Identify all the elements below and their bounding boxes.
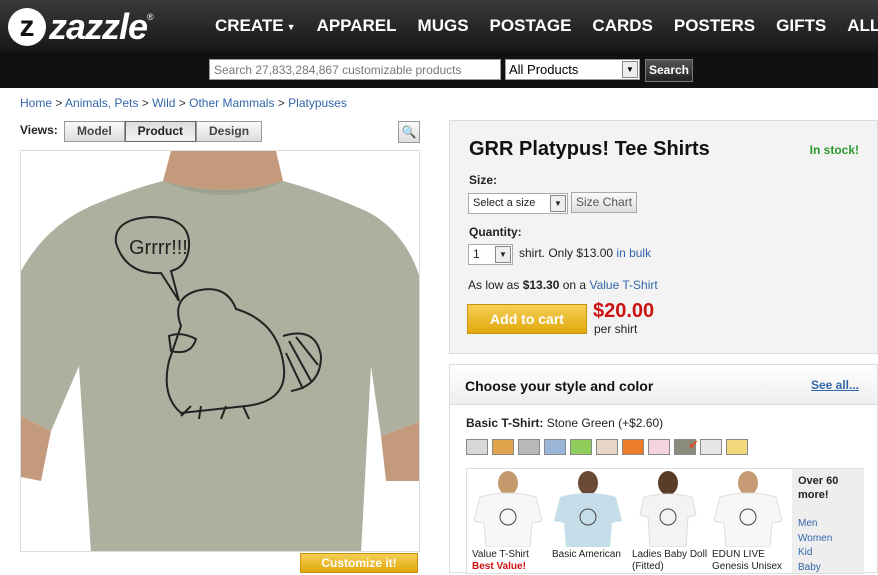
bulk-link[interactable]: in bulk [616, 246, 651, 260]
chevron-down-icon: ▼ [495, 246, 511, 263]
nav-gifts[interactable]: GIFTS [776, 16, 826, 36]
tab-model[interactable]: Model [64, 121, 125, 142]
nav-apparel[interactable]: APPAREL [317, 16, 397, 36]
magnifier-icon: 🔍 [402, 125, 417, 139]
style-panel: Choose your style and color See all... B… [449, 364, 878, 573]
nav-postage[interactable]: POSTAGE [490, 16, 572, 36]
style-header: Choose your style and color See all... [450, 365, 877, 405]
search-bar: Search 27,833,284,867 customizable produ… [0, 52, 878, 88]
color-swatch[interactable] [492, 439, 514, 455]
chevron-down-icon: ▼ [622, 61, 638, 78]
add-to-cart-button[interactable]: Add to cart [467, 304, 587, 334]
views-label: Views: [20, 123, 58, 137]
color-swatch[interactable] [596, 439, 618, 455]
main-nav: CREATE▼ APPAREL MUGS POSTAGE CARDS POSTE… [215, 0, 878, 52]
speech-bubble-text: Grrrr!!! [129, 237, 188, 259]
nav-all[interactable]: ALL [847, 16, 878, 36]
logo-mark: z [8, 8, 46, 46]
per-shirt-label: per shirt [594, 322, 637, 336]
style-title: Choose your style and color [465, 378, 653, 394]
size-label: Size: [469, 173, 497, 187]
size-chart-button[interactable]: Size Chart [571, 192, 637, 213]
value-tshirt-link[interactable]: Value T-Shirt [589, 278, 657, 292]
link-kid[interactable]: Kid [798, 546, 832, 561]
color-name: Stone Green [547, 416, 615, 430]
as-low-as-text: As low as $13.30 on a Value T-Shirt [468, 278, 658, 292]
color-swatches [466, 439, 748, 455]
best-value-badge: Best Value! [472, 561, 526, 572]
stock-status: In stock! [810, 143, 859, 157]
size-value: Select a size [473, 197, 535, 209]
breadcrumb: Home > Animals, Pets > Wild > Other Mamm… [20, 96, 347, 110]
chevron-down-icon: ▼ [287, 22, 296, 32]
nav-cards[interactable]: CARDS [592, 16, 652, 36]
color-swatch[interactable] [518, 439, 540, 455]
color-swatch[interactable] [570, 439, 592, 455]
color-swatch[interactable] [544, 439, 566, 455]
basic-american-image [550, 471, 626, 547]
quantity-select[interactable]: 1 ▼ [468, 244, 513, 265]
quantity-label: Quantity: [469, 225, 522, 239]
search-input[interactable]: Search 27,833,284,867 customizable produ… [209, 59, 501, 80]
selected-style-line: Basic T-Shirt: Stone Green (+$2.60) [466, 416, 663, 430]
breadcrumb-wild[interactable]: Wild [152, 96, 175, 110]
thumb-ladies-baby-doll[interactable]: Ladies Baby Doll (Fitted) [630, 471, 708, 575]
breadcrumb-animals-pets[interactable]: Animals, Pets [65, 96, 138, 110]
top-navigation-bar: z zazzle ® CREATE▼ APPAREL MUGS POSTAGE … [0, 0, 878, 52]
color-swatch[interactable] [648, 439, 670, 455]
thumb-basic-american[interactable]: Basic American [550, 471, 628, 575]
nav-create[interactable]: CREATE▼ [215, 16, 296, 36]
breadcrumb-other-mammals[interactable]: Other Mammals [189, 96, 274, 110]
buy-panel: GRR Platypus! Tee Shirts In stock! Size:… [449, 120, 878, 354]
tab-product[interactable]: Product [125, 121, 196, 142]
color-swatch[interactable] [466, 439, 488, 455]
link-men[interactable]: Men [798, 517, 832, 532]
quantity-price-text: shirt. Only $13.00 in bulk [519, 246, 651, 260]
category-value: All Products [509, 62, 578, 77]
view-tabs: Model Product Design [64, 121, 262, 142]
color-swatch[interactable] [700, 439, 722, 455]
ladies-baby-doll-image [630, 471, 706, 547]
customize-button[interactable]: Customize it! [300, 553, 418, 573]
color-swatch[interactable] [622, 439, 644, 455]
breadcrumb-home[interactable]: Home [20, 96, 52, 110]
nav-mugs[interactable]: MUGS [418, 16, 469, 36]
logo-wordmark: zazzle [49, 6, 147, 48]
product-title: GRR Platypus! Tee Shirts [469, 138, 710, 161]
more-styles-box: Over 60 more! Men Women Kid Baby [792, 469, 864, 573]
more-styles-title: Over 60 more! [798, 474, 864, 502]
price: $20.00 [593, 300, 654, 323]
product-image: Grrrr!!! [20, 150, 420, 552]
style-thumbnails: Value T-ShirtBest Value! Basic American … [466, 468, 864, 574]
tshirt-model-image: Grrrr!!! [21, 151, 420, 552]
nav-posters[interactable]: POSTERS [674, 16, 755, 36]
see-all-link[interactable]: See all... [811, 378, 859, 392]
tab-design[interactable]: Design [196, 121, 262, 142]
size-select[interactable]: Select a size ▼ [468, 193, 568, 214]
zazzle-logo[interactable]: z zazzle ® [8, 6, 154, 48]
edun-live-image [710, 471, 786, 547]
breadcrumb-platypuses[interactable]: Platypuses [288, 96, 347, 110]
color-swatch[interactable] [726, 439, 748, 455]
zoom-button[interactable]: 🔍 [398, 121, 420, 143]
quantity-value: 1 [473, 247, 480, 261]
category-select[interactable]: All Products ▼ [505, 59, 640, 80]
value-tshirt-image [470, 471, 546, 547]
link-women[interactable]: Women [798, 532, 832, 547]
chevron-down-icon: ▼ [550, 195, 566, 212]
thumb-edun-live[interactable]: EDUN LIVE Genesis Unisex [710, 471, 788, 575]
search-button[interactable]: Search [645, 59, 693, 82]
color-price: (+$2.60) [618, 416, 663, 430]
color-swatch[interactable] [674, 439, 696, 455]
registered-mark: ® [147, 12, 154, 22]
thumb-value-tshirt[interactable]: Value T-ShirtBest Value! [470, 471, 548, 575]
style-category-links: Men Women Kid Baby [798, 517, 832, 575]
